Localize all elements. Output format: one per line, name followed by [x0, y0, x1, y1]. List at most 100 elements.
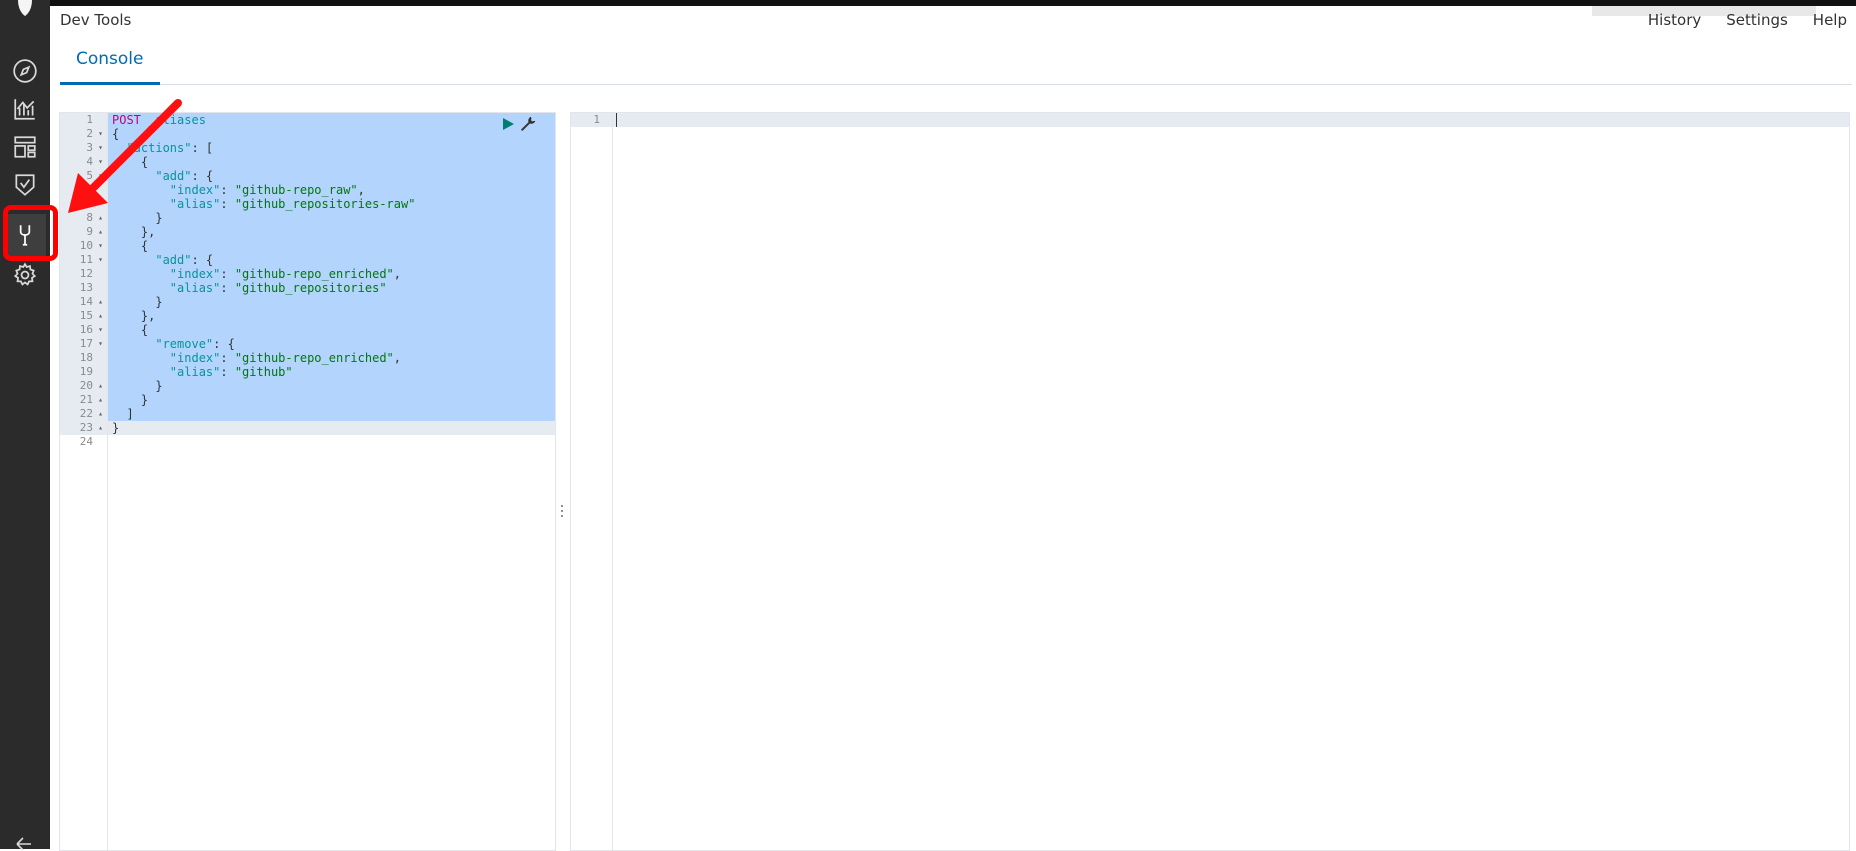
fold-toggle-icon[interactable]: ▴ — [98, 393, 103, 407]
code-token: , — [357, 183, 365, 197]
code-token: : — [220, 267, 235, 281]
code-token: ] — [112, 407, 134, 421]
code-line[interactable]: "alias": "github_repositories" — [108, 281, 555, 295]
kibana-logo-icon[interactable] — [14, 0, 36, 16]
gutter-line: 23 ▴ — [60, 421, 107, 435]
code-token: "github_repositories-raw" — [234, 197, 416, 211]
fold-toggle-icon[interactable]: ▾ — [98, 155, 103, 169]
code-line[interactable]: POST _aliases — [108, 113, 555, 127]
code-line[interactable]: } — [108, 393, 555, 407]
gutter-line: 18 — [60, 351, 107, 365]
code-line[interactable]: "alias": "github" — [108, 365, 555, 379]
gutter-line: 7 — [60, 197, 107, 211]
timelion-shield-icon — [15, 174, 35, 196]
line-number: 4 — [86, 155, 93, 168]
code-token: }, — [112, 225, 156, 239]
code-line[interactable]: { — [108, 127, 555, 141]
code-token: _aliases — [140, 113, 206, 127]
sidebar-item-discover[interactable] — [4, 50, 46, 92]
line-number: 21 — [79, 393, 93, 406]
code-line[interactable]: { — [108, 239, 555, 253]
code-line[interactable]: } — [108, 295, 555, 309]
code-token: "remove" — [155, 337, 214, 351]
code-line[interactable]: } — [108, 211, 555, 225]
gutter-line: 6 — [60, 183, 107, 197]
fold-toggle-icon[interactable]: ▴ — [98, 211, 103, 225]
code-line[interactable]: "add": { — [108, 253, 555, 267]
code-line[interactable]: "remove": { — [108, 337, 555, 351]
sidebar-item-timelion[interactable] — [4, 164, 46, 206]
code-line[interactable]: ] — [108, 407, 555, 421]
code-token: { — [112, 155, 149, 169]
code-area[interactable]: POST _aliases{ "actions": [ { "add": { "… — [108, 113, 555, 850]
line-number: 13 — [79, 281, 93, 294]
code-line[interactable]: { — [108, 323, 555, 337]
fold-toggle-icon[interactable]: ▴ — [98, 407, 103, 421]
drag-handle-icon — [561, 505, 563, 517]
gutter-line: 22 ▴ — [60, 407, 107, 421]
fold-toggle-icon[interactable]: ▴ — [98, 379, 103, 393]
code-line[interactable]: "index": "github-repo_enriched", — [108, 351, 555, 365]
fold-toggle-icon[interactable]: ▾ — [98, 127, 103, 141]
history-link[interactable]: History — [1648, 11, 1701, 29]
fold-toggle-icon[interactable]: ▴ — [98, 225, 103, 239]
fold-toggle-icon[interactable]: ▾ — [98, 337, 103, 351]
line-number: 22 — [79, 407, 93, 420]
fold-toggle-icon[interactable]: ▾ — [98, 253, 103, 267]
fold-toggle-icon[interactable]: ▴ — [98, 309, 103, 323]
code-token: : { — [213, 337, 235, 351]
request-editor[interactable]: 1 2 ▾ 3 ▾ 4 ▾ 5 ▾ 6 7 8 ▴ 9 ▴ 10 ▾ 11 ▾ 12 13 14 ▴ 15 ▴ 16 ▾ 17 ▾ 18 1… — [59, 112, 556, 851]
pane-resizer[interactable] — [554, 112, 570, 849]
sidebar-item-visualize[interactable] — [4, 88, 46, 130]
fold-toggle-icon[interactable]: ▾ — [98, 323, 103, 337]
gutter-line: 21 ▴ — [60, 393, 107, 407]
dashboard-icon — [14, 136, 36, 158]
line-number: 3 — [86, 141, 93, 154]
code-line[interactable]: } — [108, 421, 555, 435]
help-link[interactable]: Help — [1813, 11, 1847, 29]
line-number: 24 — [79, 435, 93, 448]
sidebar-item-dashboard[interactable] — [4, 126, 46, 168]
code-line[interactable]: "index": "github-repo_enriched", — [108, 267, 555, 281]
code-line[interactable]: { — [108, 155, 555, 169]
code-line[interactable]: }, — [108, 309, 555, 323]
line-number: 15 — [79, 309, 93, 322]
gutter-line: 24 — [60, 435, 107, 449]
settings-link[interactable]: Settings — [1726, 11, 1788, 29]
code-token: } — [112, 379, 163, 393]
code-line[interactable]: }, — [108, 225, 555, 239]
fold-toggle-icon[interactable]: ▾ — [98, 169, 103, 183]
fold-toggle-icon[interactable]: ▾ — [98, 239, 103, 253]
code-line[interactable]: "alias": "github_repositories-raw" — [108, 197, 555, 211]
play-icon[interactable] — [501, 117, 515, 131]
window-top-bar — [0, 0, 1856, 6]
gutter-line: 9 ▴ — [60, 225, 107, 239]
fold-toggle-icon[interactable]: ▾ — [98, 141, 103, 155]
compass-icon — [13, 59, 37, 83]
gutter-line: 20 ▴ — [60, 379, 107, 393]
top-nav-links: History Settings Help — [1648, 11, 1847, 29]
fold-toggle-icon[interactable]: ▴ — [98, 295, 103, 309]
fold-toggle-icon[interactable]: ▴ — [98, 421, 103, 435]
annotation-highlight-box — [3, 205, 58, 261]
code-line[interactable]: } — [108, 379, 555, 393]
gutter-line: 10 ▾ — [60, 239, 107, 253]
wrench-settings-icon[interactable] — [520, 116, 536, 132]
code-line[interactable]: "index": "github-repo_raw", — [108, 183, 555, 197]
code-token: : — [220, 365, 235, 379]
code-token: } — [112, 393, 149, 407]
line-number: 16 — [79, 323, 93, 336]
code-token: "github_repositories" — [234, 281, 387, 295]
collapse-icon[interactable] — [13, 836, 39, 850]
response-editor[interactable]: 1 — [570, 112, 1850, 851]
code-token: "alias" — [169, 197, 221, 211]
code-line[interactable]: "actions": [ — [108, 141, 555, 155]
code-line[interactable]: "add": { — [108, 169, 555, 183]
tab-console[interactable]: Console — [60, 44, 160, 85]
code-line[interactable] — [108, 435, 555, 449]
